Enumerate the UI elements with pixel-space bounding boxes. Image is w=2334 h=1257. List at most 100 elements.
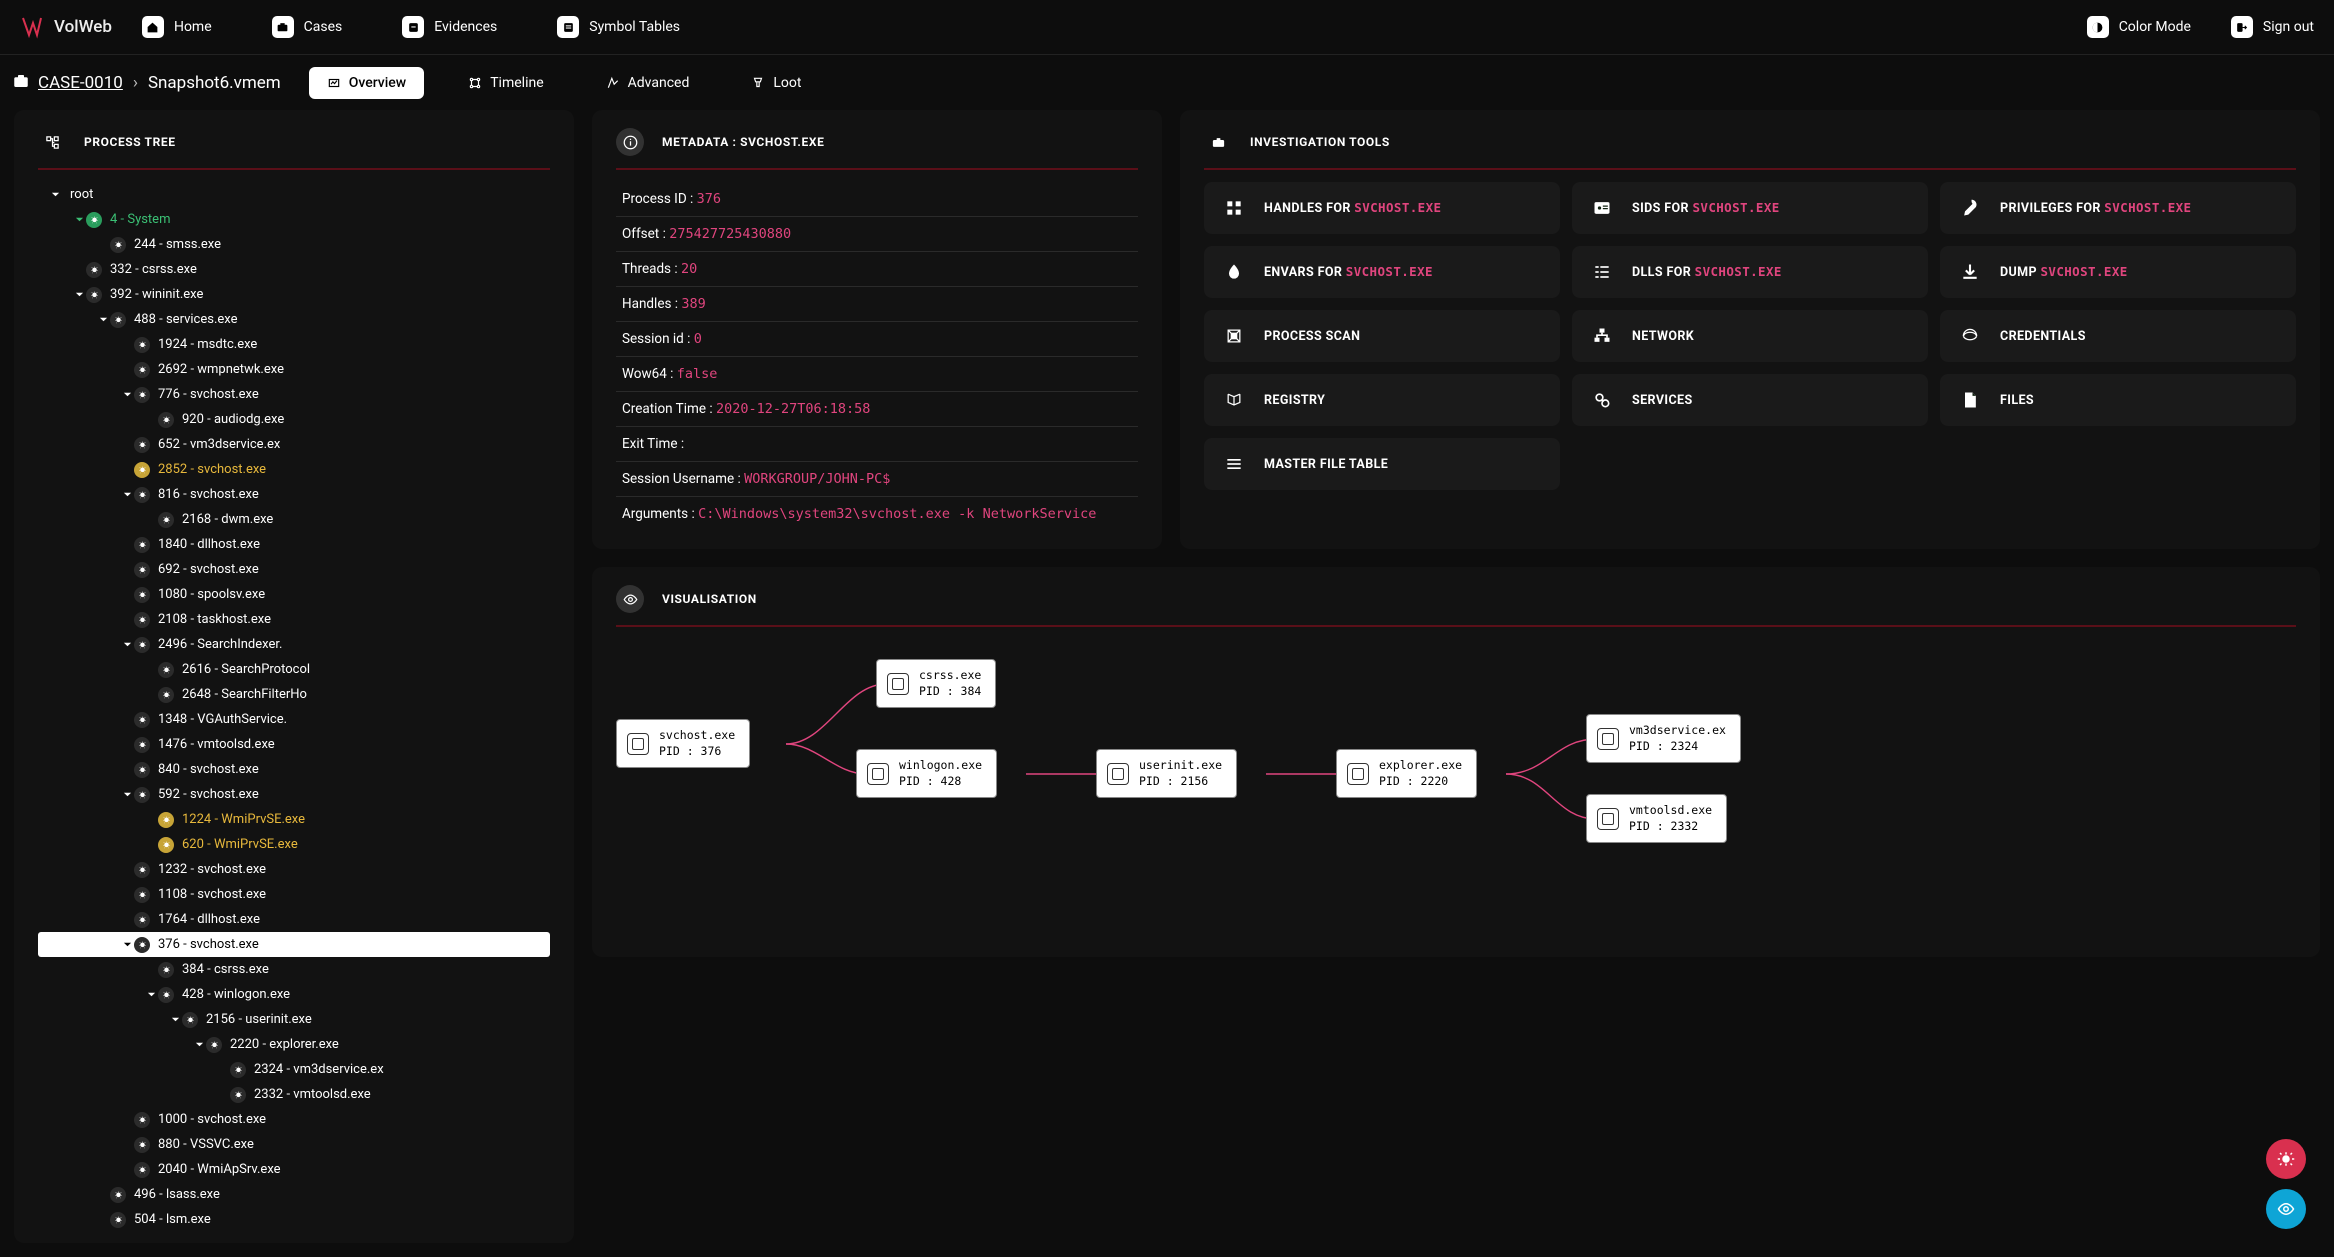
tree-node[interactable]: 1840 - dllhost.exe <box>38 532 550 557</box>
tab-timeline[interactable]: Timeline <box>450 67 561 99</box>
tree-node[interactable]: 2332 - vmtoolsd.exe <box>38 1082 550 1107</box>
viz-node[interactable]: vmtoolsd.exePID : 2332 <box>1586 794 1727 843</box>
tool-button[interactable]: PRIVILEGES FOR SVCHOST.EXE <box>1940 182 2296 234</box>
tab-overview[interactable]: Overview <box>309 67 424 99</box>
tree-node[interactable]: 2168 - dwm.exe <box>38 507 550 532</box>
tree-node[interactable]: 376 - svchost.exe <box>38 932 550 957</box>
tree-label: 2648 - SearchFilterHo <box>182 687 307 702</box>
tool-button[interactable]: ENVARS FOR SVCHOST.EXE <box>1204 246 1560 298</box>
nav-evidences[interactable]: Evidences <box>402 16 497 38</box>
tool-button[interactable]: REGISTRY <box>1204 374 1560 426</box>
tree-node[interactable]: 816 - svchost.exe <box>38 482 550 507</box>
bug-icon <box>134 862 150 878</box>
tree-node[interactable]: root <box>38 182 550 207</box>
tree-node[interactable]: 2040 - WmiApSrv.exe <box>38 1157 550 1182</box>
tree-node[interactable]: 244 - smss.exe <box>38 232 550 257</box>
tool-button[interactable]: CREDENTIALS <box>1940 310 2296 362</box>
tree-node[interactable]: 384 - csrss.exe <box>38 957 550 982</box>
viz-node[interactable]: vm3dservice.exPID : 2324 <box>1586 714 1741 763</box>
tree-node[interactable]: 2852 - svchost.exe <box>38 457 550 482</box>
tree-node[interactable]: 2324 - vm3dservice.ex <box>38 1057 550 1082</box>
breadcrumb-case[interactable]: CASE-0010 <box>38 73 123 93</box>
tree-node[interactable]: 1108 - svchost.exe <box>38 882 550 907</box>
meta-value: C:\Windows\system32\svchost.exe -k Netwo… <box>698 506 1096 522</box>
tree-node[interactable]: 776 - svchost.exe <box>38 382 550 407</box>
tree-node[interactable]: 2156 - userinit.exe <box>38 1007 550 1032</box>
twisty-icon <box>120 790 134 799</box>
tools-title: INVESTIGATION TOOLS <box>1250 135 1390 149</box>
tree-node[interactable]: 1348 - VGAuthService. <box>38 707 550 732</box>
tool-button[interactable]: SERVICES <box>1572 374 1928 426</box>
tree-node[interactable]: 2108 - taskhost.exe <box>38 607 550 632</box>
bug-icon <box>134 737 150 753</box>
bug-icon <box>134 1162 150 1178</box>
visualisation-panel: VISUALISATION svchost.exePID : 376csrss.… <box>592 567 2320 957</box>
tree-node[interactable]: 332 - csrss.exe <box>38 257 550 282</box>
tree-node[interactable]: 1080 - spoolsv.exe <box>38 582 550 607</box>
tree-node[interactable]: 880 - VSSVC.exe <box>38 1132 550 1157</box>
bug-icon <box>86 212 102 228</box>
nav-home[interactable]: Home <box>142 16 212 38</box>
tab-loot[interactable]: Loot <box>733 67 819 99</box>
tool-icon <box>1590 260 1614 284</box>
tool-button[interactable]: PROCESS SCAN <box>1204 310 1560 362</box>
viz-node[interactable]: userinit.exePID : 2156 <box>1096 749 1237 798</box>
tree-node[interactable]: 1232 - svchost.exe <box>38 857 550 882</box>
nav-symbol-tables[interactable]: Symbol Tables <box>557 16 680 38</box>
bug-icon <box>134 362 150 378</box>
tree-label: 2156 - userinit.exe <box>206 1012 312 1027</box>
tree-node[interactable]: 840 - svchost.exe <box>38 757 550 782</box>
bug-icon <box>134 712 150 728</box>
tool-icon <box>1222 324 1246 348</box>
tree-node[interactable]: 920 - audiodg.exe <box>38 407 550 432</box>
brand[interactable]: VolWeb <box>20 15 112 39</box>
viz-node[interactable]: explorer.exePID : 2220 <box>1336 749 1477 798</box>
tab-advanced[interactable]: Advanced <box>588 67 708 99</box>
tool-button[interactable]: NETWORK <box>1572 310 1928 362</box>
tree-node[interactable]: 1924 - msdtc.exe <box>38 332 550 357</box>
tree-node[interactable]: 1000 - svchost.exe <box>38 1107 550 1132</box>
bug-icon <box>86 262 102 278</box>
fab-eye[interactable] <box>2266 1189 2306 1229</box>
tool-button[interactable]: HANDLES FOR SVCHOST.EXE <box>1204 182 1560 234</box>
viz-node-text: explorer.exePID : 2220 <box>1379 758 1462 789</box>
tool-label: SIDS FOR SVCHOST.EXE <box>1632 200 1780 216</box>
tree-label: 2108 - taskhost.exe <box>158 612 271 627</box>
nav-sign-out[interactable]: Sign out <box>2231 16 2314 38</box>
tool-button[interactable]: DLLS FOR SVCHOST.EXE <box>1572 246 1928 298</box>
tools-panel: INVESTIGATION TOOLS HANDLES FOR SVCHOST.… <box>1180 110 2320 549</box>
tree-node[interactable]: 2496 - SearchIndexer. <box>38 632 550 657</box>
bug-icon <box>230 1087 246 1103</box>
tree-node[interactable]: 620 - WmiPrvSE.exe <box>38 832 550 857</box>
tree-node[interactable]: 488 - services.exe <box>38 307 550 332</box>
tool-button[interactable]: SIDS FOR SVCHOST.EXE <box>1572 182 1928 234</box>
nav-cases[interactable]: Cases <box>272 16 343 38</box>
tree-node[interactable]: 1476 - vmtoolsd.exe <box>38 732 550 757</box>
tree-node[interactable]: 428 - winlogon.exe <box>38 982 550 1007</box>
tree-node[interactable]: 692 - svchost.exe <box>38 557 550 582</box>
tool-button[interactable]: MASTER FILE TABLE <box>1204 438 1560 490</box>
viz-node[interactable]: winlogon.exePID : 428 <box>856 749 997 798</box>
viz-node[interactable]: svchost.exePID : 376 <box>616 719 750 768</box>
twisty-icon <box>48 190 62 199</box>
nav-color-mode[interactable]: Color Mode <box>2087 16 2191 38</box>
tree-node[interactable]: 1764 - dllhost.exe <box>38 907 550 932</box>
tree-node[interactable]: 652 - vm3dservice.ex <box>38 432 550 457</box>
tool-button[interactable]: DUMP SVCHOST.EXE <box>1940 246 2296 298</box>
tree-node[interactable]: 2648 - SearchFilterHo <box>38 682 550 707</box>
tree-node[interactable]: 592 - svchost.exe <box>38 782 550 807</box>
tree-node[interactable]: 504 - lsm.exe <box>38 1207 550 1232</box>
tree-node[interactable]: 2616 - SearchProtocol <box>38 657 550 682</box>
tree-node[interactable]: 1224 - WmiPrvSE.exe <box>38 807 550 832</box>
tree-node[interactable]: 4 - System <box>38 207 550 232</box>
bug-icon <box>110 1212 126 1228</box>
tool-icon <box>1590 196 1614 220</box>
viz-node[interactable]: csrss.exePID : 384 <box>876 659 996 708</box>
fab-bug[interactable] <box>2266 1139 2306 1179</box>
tree-node[interactable]: 2220 - explorer.exe <box>38 1032 550 1057</box>
tree-node[interactable]: 392 - wininit.exe <box>38 282 550 307</box>
tree-node[interactable]: 496 - lsass.exe <box>38 1182 550 1207</box>
meta-row: Offset : 275427725430880 <box>616 217 1138 252</box>
tree-node[interactable]: 2692 - wmpnetwk.exe <box>38 357 550 382</box>
tool-button[interactable]: FILES <box>1940 374 2296 426</box>
